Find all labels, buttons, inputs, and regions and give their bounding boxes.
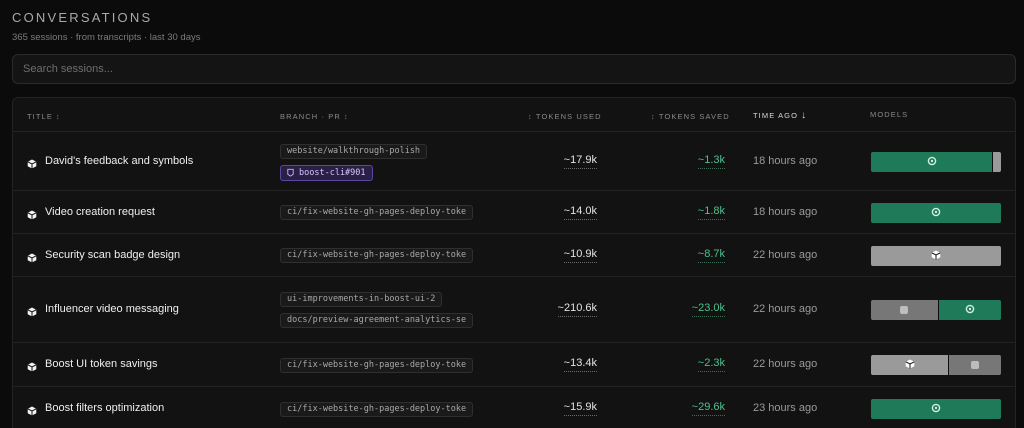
cube-icon	[27, 156, 37, 168]
sort-icon: ↕	[651, 112, 656, 121]
row-title[interactable]: Video creation request	[45, 206, 155, 218]
time-ago: 18 hours ago	[753, 205, 818, 218]
cube-icon	[27, 359, 37, 372]
tokens-saved-value[interactable]: ~1.3k	[697, 154, 725, 169]
github-icon	[286, 168, 299, 178]
tokens-used-value[interactable]: ~210.6k	[557, 302, 597, 317]
cube-icon	[931, 247, 941, 265]
table-row[interactable]: David's feedback and symbols website/walk…	[13, 132, 1015, 191]
branch-chip[interactable]: ci/fix-website-gh-pages-deploy-toke	[280, 401, 474, 417]
time-ago: 23 hours ago	[753, 402, 818, 414]
square-icon	[971, 361, 979, 369]
tokens-saved-value[interactable]: ~2.3k	[697, 357, 725, 372]
time-ago: 22 hours ago	[753, 303, 818, 315]
branch-chip[interactable]: ui-improvements-in-boost-ui-2	[280, 292, 443, 307]
model-segment[interactable]	[871, 245, 1001, 266]
row-title[interactable]: David's feedback and symbols	[45, 155, 193, 167]
table-header: TITLE ↕ BRANCH · PR ↕ ↕ TOKENS USED ↕ TOKE…	[13, 98, 1015, 132]
page-subtitle: 365 sessions · from transcripts · last 3…	[12, 32, 201, 43]
tokens-saved-value[interactable]: ~1.8k	[697, 205, 725, 220]
table-row[interactable]: Boost UI token savings ci/fix-website-gh-…	[13, 343, 1015, 387]
tokens-saved-value[interactable]: ~8.7k	[697, 248, 725, 263]
model-segment[interactable]	[871, 355, 949, 375]
cube-icon	[27, 250, 37, 262]
square-icon	[900, 306, 909, 314]
time-ago: 18 hours ago	[753, 154, 818, 167]
tokens-used-value[interactable]: ~15.9k	[563, 401, 597, 416]
openai-icon	[931, 204, 941, 222]
tokens-saved-value[interactable]: ~23.0k	[691, 302, 725, 317]
row-title[interactable]: Influencer video messaging	[45, 303, 179, 315]
row-title[interactable]: Boost UI token savings	[45, 358, 158, 370]
column-header-tokens-saved[interactable]: ↕ TOKENS SAVED	[648, 112, 730, 121]
column-label: TITLE	[27, 112, 53, 121]
models-bar[interactable]	[871, 399, 1001, 419]
sort-icon: ↕	[343, 112, 349, 121]
table-row[interactable]: Security scan badge design ci/fix-website…	[13, 234, 1015, 277]
sort-icon: ↕	[55, 112, 61, 121]
tokens-saved-value[interactable]: ~29.6k	[691, 401, 725, 416]
branch-chip[interactable]: website/walkthrough-polish	[280, 143, 428, 159]
column-header-tokens-used[interactable]: ↕ TOKENS USED	[525, 112, 602, 121]
model-segment[interactable]	[871, 399, 1001, 419]
cube-icon	[27, 207, 37, 219]
tokens-used-value[interactable]: ~13.4k	[563, 357, 597, 372]
tokens-used-value[interactable]: ~10.9k	[563, 248, 597, 263]
page-title: CONVERSATIONS	[12, 10, 153, 25]
page-header: CONVERSATIONS 365 sessions · from transc…	[12, 10, 201, 43]
openai-icon	[927, 153, 937, 171]
model-segment[interactable]	[871, 300, 939, 320]
table-row[interactable]: Influencer video messaging ui-improvement…	[13, 277, 1015, 343]
column-header-time-ago[interactable]: TIME AGO ↓	[753, 110, 807, 121]
model-segment[interactable]	[871, 202, 1001, 223]
column-label: BRANCH · PR	[280, 112, 341, 121]
models-bar[interactable]	[871, 202, 1001, 223]
model-segment[interactable]	[871, 151, 994, 172]
column-label: MODELS	[870, 110, 909, 119]
branch-chip[interactable]: docs/preview-agreement-analytics-se	[280, 313, 474, 328]
branch-chip[interactable]: ci/fix-website-gh-pages-deploy-toke	[280, 205, 474, 220]
row-title[interactable]: Boost filters optimization	[45, 402, 164, 414]
sessions-table: TITLE ↕ BRANCH · PR ↕ ↕ TOKENS USED ↕ TOKE…	[12, 97, 1016, 428]
model-segment[interactable]	[993, 151, 1001, 172]
model-segment[interactable]	[949, 355, 1001, 375]
models-bar[interactable]	[871, 300, 1001, 320]
branch-chip[interactable]: ci/fix-website-gh-pages-deploy-toke	[280, 357, 474, 373]
time-ago: 22 hours ago	[753, 248, 818, 261]
row-title[interactable]: Security scan badge design	[45, 249, 180, 261]
pr-badge[interactable]: boost-cli#901	[280, 164, 373, 181]
models-bar[interactable]	[871, 245, 1001, 266]
cube-icon	[27, 304, 37, 317]
table-row[interactable]: Boost filters optimization ci/fix-website…	[13, 387, 1015, 428]
models-bar[interactable]	[871, 355, 1001, 375]
pr-label: boost-cli#901	[299, 167, 366, 178]
models-bar[interactable]	[871, 151, 1001, 172]
column-label: TOKENS USED	[535, 112, 602, 121]
search-input[interactable]	[12, 54, 1016, 84]
sort-icon: ↕	[528, 112, 533, 121]
openai-icon	[965, 301, 975, 319]
column-label: TOKENS SAVED	[658, 112, 730, 121]
cube-icon	[904, 356, 915, 374]
tokens-used-value[interactable]: ~17.9k	[563, 154, 597, 169]
column-header-title[interactable]: TITLE ↕	[27, 112, 61, 121]
column-header-branch[interactable]: BRANCH · PR ↕	[280, 112, 349, 121]
tokens-used-value[interactable]: ~14.0k	[563, 205, 597, 220]
column-header-models: MODELS	[870, 110, 908, 119]
table-row[interactable]: Video creation request ci/fix-website-gh-…	[13, 191, 1015, 234]
openai-icon	[931, 400, 941, 418]
cube-icon	[27, 403, 37, 416]
model-segment[interactable]	[938, 300, 1001, 320]
branch-chip[interactable]: ci/fix-website-gh-pages-deploy-toke	[280, 248, 474, 263]
column-label: TIME AGO	[753, 111, 799, 120]
sort-down-icon: ↓	[801, 110, 808, 121]
time-ago: 22 hours ago	[753, 358, 818, 370]
